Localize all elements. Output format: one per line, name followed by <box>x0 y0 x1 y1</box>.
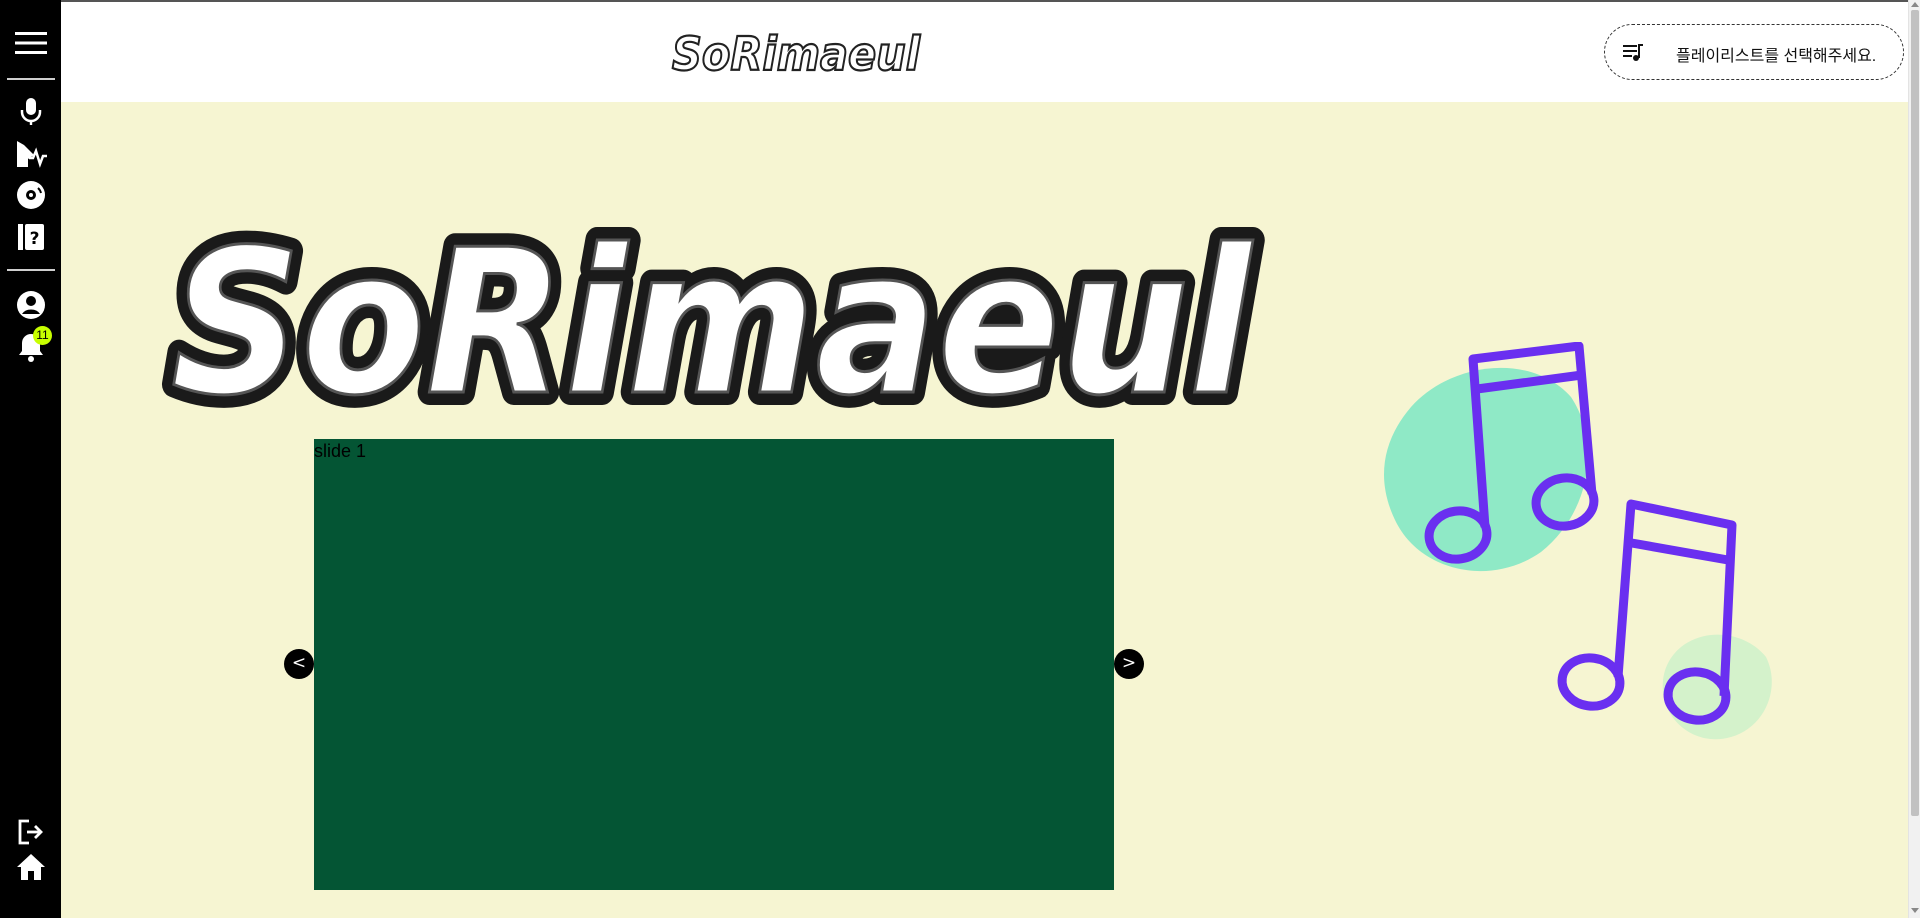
light-green-blob <box>1662 634 1772 740</box>
hero-logo: SoRimaeul SoRimaeul <box>158 194 1266 442</box>
playlist-icon <box>1623 44 1643 61</box>
header: SoRimaeul 플레이리스트를 선택해주세요. <box>61 2 1908 102</box>
svg-text:?: ? <box>30 229 40 249</box>
main-content: SoRimaeul SoRimaeul slide 1 < > <box>61 102 1908 918</box>
slider-next-button[interactable]: > <box>1114 649 1144 679</box>
home-icon[interactable] <box>12 850 50 884</box>
scroll-up-icon[interactable] <box>1911 2 1919 7</box>
slide-label: slide 1 <box>314 441 367 461</box>
sidebar: ? 11 <box>0 0 61 918</box>
sidebar-divider <box>7 78 55 80</box>
scrollbar-thumb[interactable] <box>1911 10 1919 816</box>
menu-icon[interactable] <box>12 26 50 60</box>
logout-icon[interactable] <box>12 815 50 849</box>
vertical-scrollbar[interactable] <box>1908 0 1920 918</box>
svg-text:SoRimaeul: SoRimaeul <box>672 27 921 81</box>
quiz-book-icon[interactable]: ? <box>12 220 50 254</box>
user-icon[interactable] <box>12 288 50 322</box>
image-slider[interactable]: slide 1 <box>314 439 1114 890</box>
voice-analysis-icon[interactable] <box>12 137 50 171</box>
music-notes-decoration <box>1384 342 1772 740</box>
sidebar-divider <box>7 269 55 271</box>
microphone-icon[interactable] <box>12 95 50 129</box>
record-disc-icon[interactable] <box>12 178 50 212</box>
header-logo[interactable]: SoRimaeul <box>666 24 926 82</box>
svg-text:SoRimaeul: SoRimaeul <box>171 207 1253 440</box>
playlist-select-button[interactable]: 플레이리스트를 선택해주세요. <box>1604 24 1904 80</box>
notification-count-badge: 11 <box>33 326 52 345</box>
scroll-down-icon[interactable] <box>1911 908 1919 913</box>
slider-prev-button[interactable]: < <box>284 649 314 679</box>
playlist-prompt-text: 플레이리스트를 선택해주세요. <box>1676 48 1877 65</box>
